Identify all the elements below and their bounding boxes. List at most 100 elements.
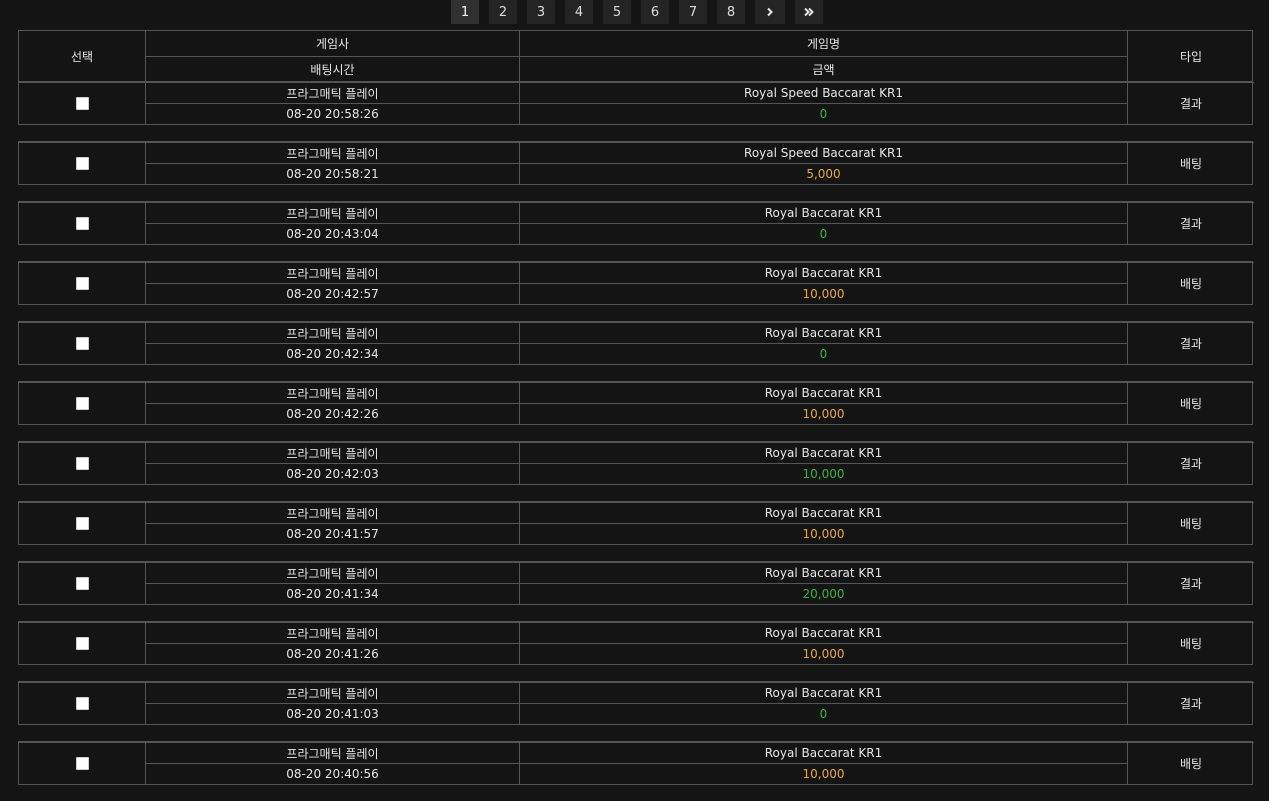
table-row: 프라그매틱 플레이 Royal Speed Baccarat KR1 결과 08… bbox=[18, 81, 1254, 125]
row-bet-time: 08-20 20:42:57 bbox=[145, 283, 519, 304]
row-type: 결과 bbox=[1127, 562, 1254, 604]
row-type: 배팅 bbox=[1127, 142, 1254, 184]
row-game: Royal Baccarat KR1 bbox=[519, 502, 1127, 523]
page-button-6[interactable]: 6 bbox=[641, 0, 669, 24]
row-amount: 5,000 bbox=[519, 163, 1127, 184]
row-type: 배팅 bbox=[1127, 382, 1254, 424]
row-checkbox[interactable] bbox=[75, 157, 89, 170]
row-amount: 10,000 bbox=[519, 403, 1127, 424]
row-bet-time: 08-20 20:42:34 bbox=[145, 343, 519, 364]
row-amount: 10,000 bbox=[519, 763, 1127, 784]
header-bet-time: 배팅시간 bbox=[145, 56, 519, 81]
row-type: 결과 bbox=[1127, 322, 1254, 364]
row-provider: 프라그매틱 플레이 bbox=[145, 622, 519, 643]
row-checkbox[interactable] bbox=[75, 577, 89, 590]
row-select-cell bbox=[19, 262, 145, 304]
chevron-right-icon bbox=[767, 7, 773, 17]
page-button-7[interactable]: 7 bbox=[679, 0, 707, 24]
page-button-5[interactable]: 5 bbox=[603, 0, 631, 24]
row-bet-time: 08-20 20:41:34 bbox=[145, 583, 519, 604]
row-checkbox[interactable] bbox=[75, 457, 89, 470]
page-button-2[interactable]: 2 bbox=[489, 0, 517, 24]
row-provider: 프라그매틱 플레이 bbox=[145, 322, 519, 343]
table-row: 프라그매틱 플레이 Royal Baccarat KR1 결과 08-20 20… bbox=[18, 561, 1254, 605]
header-type: 타입 bbox=[1127, 31, 1254, 81]
row-select-cell bbox=[19, 622, 145, 664]
row-bet-time: 08-20 20:41:03 bbox=[145, 703, 519, 724]
row-amount: 10,000 bbox=[519, 523, 1127, 544]
row-game: Royal Baccarat KR1 bbox=[519, 622, 1127, 643]
next-page-button[interactable] bbox=[755, 0, 785, 24]
page-button-3[interactable]: 3 bbox=[527, 0, 555, 24]
row-type: 결과 bbox=[1127, 202, 1254, 244]
row-bet-time: 08-20 20:58:26 bbox=[145, 103, 519, 124]
table-row: 프라그매틱 플레이 Royal Baccarat KR1 배팅 08-20 20… bbox=[18, 381, 1254, 425]
header-select: 선택 bbox=[70, 49, 94, 64]
table-row: 프라그매틱 플레이 Royal Speed Baccarat KR1 배팅 08… bbox=[18, 141, 1254, 185]
row-checkbox[interactable] bbox=[75, 697, 89, 710]
table-row: 프라그매틱 플레이 Royal Baccarat KR1 배팅 08-20 20… bbox=[18, 741, 1254, 785]
row-bet-time: 08-20 20:41:26 bbox=[145, 643, 519, 664]
table-header: 선택 게임사 게임명 타입 배팅시간 금액 bbox=[18, 30, 1253, 81]
row-type: 배팅 bbox=[1127, 622, 1254, 664]
row-checkbox[interactable] bbox=[75, 397, 89, 410]
row-provider: 프라그매틱 플레이 bbox=[145, 682, 519, 703]
row-amount: 20,000 bbox=[519, 583, 1127, 604]
row-type: 결과 bbox=[1127, 442, 1254, 484]
double-chevron-right-icon bbox=[804, 7, 814, 17]
table-row: 프라그매틱 플레이 Royal Baccarat KR1 결과 08-20 20… bbox=[18, 681, 1254, 725]
table-row: 프라그매틱 플레이 Royal Baccarat KR1 배팅 08-20 20… bbox=[18, 621, 1254, 665]
page-button-1[interactable]: 1 bbox=[451, 0, 479, 24]
last-page-button[interactable] bbox=[795, 0, 823, 24]
bet-history-table: 선택 게임사 게임명 타입 배팅시간 금액 프라그매틱 플레이 Royal Sp… bbox=[18, 30, 1254, 801]
row-select-cell bbox=[19, 742, 145, 784]
row-game: Royal Baccarat KR1 bbox=[519, 442, 1127, 463]
row-checkbox[interactable] bbox=[75, 337, 89, 350]
row-provider: 프라그매틱 플레이 bbox=[145, 382, 519, 403]
row-game: Royal Baccarat KR1 bbox=[519, 322, 1127, 343]
row-select-cell bbox=[19, 562, 145, 604]
row-game: Royal Baccarat KR1 bbox=[519, 382, 1127, 403]
row-select-cell bbox=[19, 142, 145, 184]
table-row: 프라그매틱 플레이 Royal Baccarat KR1 결과 08-20 20… bbox=[18, 441, 1254, 485]
row-provider: 프라그매틱 플레이 bbox=[145, 562, 519, 583]
row-checkbox[interactable] bbox=[75, 637, 89, 650]
row-type: 배팅 bbox=[1127, 502, 1254, 544]
row-game: Royal Speed Baccarat KR1 bbox=[519, 142, 1127, 163]
row-amount: 10,000 bbox=[519, 463, 1127, 484]
header-provider: 게임사 bbox=[145, 31, 519, 56]
header-amount: 금액 bbox=[519, 56, 1127, 81]
row-amount: 0 bbox=[519, 223, 1127, 244]
row-provider: 프라그매틱 플레이 bbox=[145, 82, 519, 103]
page-button-4[interactable]: 4 bbox=[565, 0, 593, 24]
row-select-cell bbox=[19, 322, 145, 364]
row-amount: 0 bbox=[519, 703, 1127, 724]
table-row: 프라그매틱 플레이 Royal Baccarat KR1 배팅 08-20 20… bbox=[18, 501, 1254, 545]
row-type: 배팅 bbox=[1127, 262, 1254, 304]
row-checkbox[interactable] bbox=[75, 97, 89, 110]
row-checkbox[interactable] bbox=[75, 277, 89, 290]
row-game: Royal Baccarat KR1 bbox=[519, 202, 1127, 223]
row-bet-time: 08-20 20:58:21 bbox=[145, 163, 519, 184]
row-select-cell bbox=[19, 682, 145, 724]
row-select-cell bbox=[19, 442, 145, 484]
table-row: 프라그매틱 플레이 Royal Baccarat KR1 결과 08-20 20… bbox=[18, 201, 1254, 245]
row-game: Royal Baccarat KR1 bbox=[519, 562, 1127, 583]
row-provider: 프라그매틱 플레이 bbox=[145, 742, 519, 763]
row-provider: 프라그매틱 플레이 bbox=[145, 442, 519, 463]
page-button-8[interactable]: 8 bbox=[717, 0, 745, 24]
row-checkbox[interactable] bbox=[75, 757, 89, 770]
row-bet-time: 08-20 20:40:56 bbox=[145, 763, 519, 784]
row-game: Royal Baccarat KR1 bbox=[519, 682, 1127, 703]
row-type: 배팅 bbox=[1127, 742, 1254, 784]
row-bet-time: 08-20 20:41:57 bbox=[145, 523, 519, 544]
row-checkbox[interactable] bbox=[75, 217, 89, 230]
row-type: 결과 bbox=[1127, 82, 1254, 124]
table-row: 프라그매틱 플레이 Royal Baccarat KR1 결과 08-20 20… bbox=[18, 321, 1254, 365]
row-provider: 프라그매틱 플레이 bbox=[145, 262, 519, 283]
row-checkbox[interactable] bbox=[75, 517, 89, 530]
row-amount: 10,000 bbox=[519, 283, 1127, 304]
row-type: 결과 bbox=[1127, 682, 1254, 724]
row-amount: 0 bbox=[519, 103, 1127, 124]
row-game: Royal Speed Baccarat KR1 bbox=[519, 82, 1127, 103]
